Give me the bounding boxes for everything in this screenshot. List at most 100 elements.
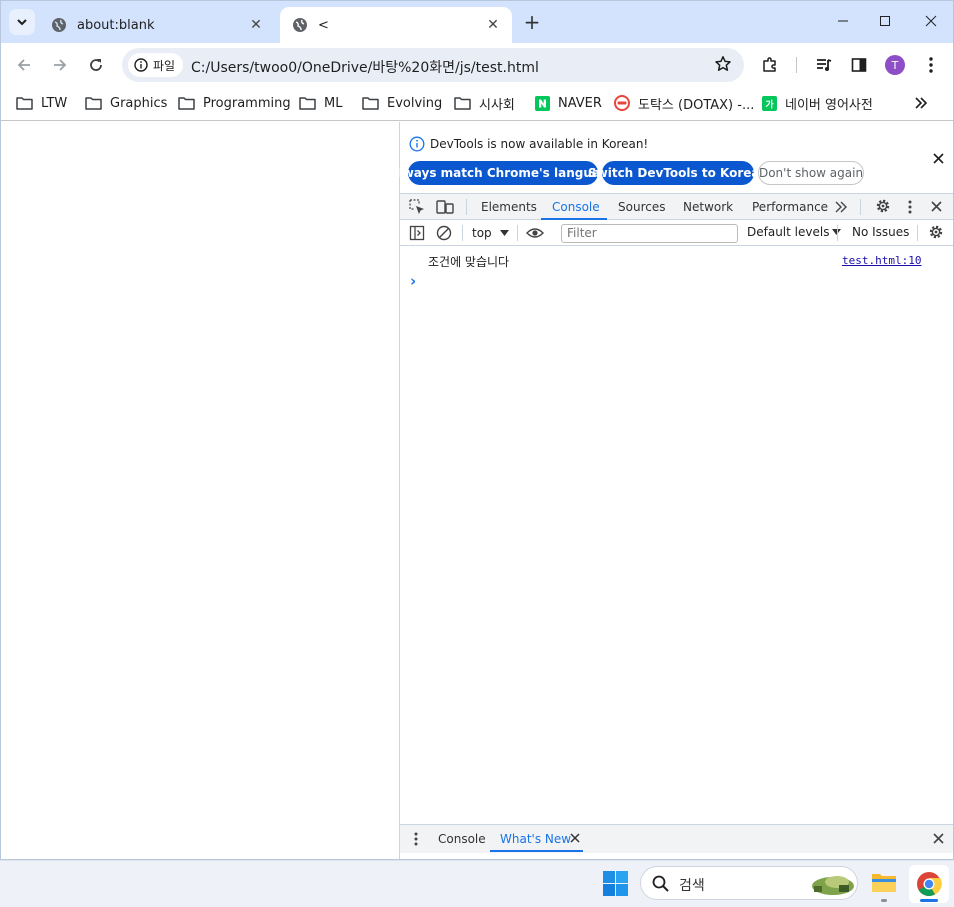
tab-divider bbox=[466, 199, 467, 215]
site-info-chip[interactable]: 파일 bbox=[128, 53, 184, 77]
tab-performance[interactable]: Performance bbox=[752, 200, 828, 214]
console-toolbar: top Filter Default levels No Issues bbox=[400, 220, 953, 246]
bookmark-folder-evolving[interactable]: Evolving bbox=[362, 93, 442, 113]
close-tab-icon[interactable]: ✕ bbox=[247, 16, 265, 34]
taskbar-search-placeholder: 검색 bbox=[679, 878, 705, 894]
devtools-tabbar: Elements Console Sources Network Perform… bbox=[400, 193, 953, 220]
inspect-element-icon[interactable] bbox=[409, 199, 425, 215]
bookmark-folder-programming[interactable]: Programming bbox=[178, 93, 291, 113]
folder-icon bbox=[85, 97, 102, 110]
kebab-menu-icon[interactable] bbox=[907, 199, 913, 215]
side-panel-icon bbox=[851, 58, 867, 72]
chrome-taskbar-icon[interactable] bbox=[909, 865, 949, 903]
folder-icon bbox=[362, 97, 379, 110]
devtools-language-infobar: DevTools is now available in Korean! Alw… bbox=[389, 122, 953, 190]
folder-icon bbox=[872, 874, 896, 892]
dropdown-arrow-icon bbox=[499, 230, 509, 236]
tab-about-blank[interactable]: about:blank ✕ bbox=[39, 7, 275, 43]
close-icon[interactable] bbox=[933, 153, 944, 164]
reload-button[interactable] bbox=[82, 51, 110, 79]
bookmarks-bar: LTW Graphics Programming ML Evolving 시사회… bbox=[1, 85, 953, 121]
arrow-left-icon bbox=[17, 59, 30, 71]
bookmark-label: LTW bbox=[41, 95, 68, 111]
drawer-tab-whats-new[interactable]: What's New bbox=[500, 832, 571, 846]
globe-icon bbox=[52, 18, 66, 32]
back-button[interactable] bbox=[10, 51, 38, 79]
issues-counter[interactable]: No Issues bbox=[852, 225, 909, 239]
tab-active[interactable]: < ✕ bbox=[280, 7, 512, 43]
bookmarks-overflow-button[interactable] bbox=[914, 93, 936, 113]
tab-search-button[interactable] bbox=[9, 9, 35, 35]
close-window-button[interactable] bbox=[916, 9, 946, 33]
active-app-indicator bbox=[920, 899, 938, 902]
active-drawer-tab-indicator bbox=[490, 850, 583, 852]
minimize-button[interactable] bbox=[828, 9, 858, 33]
maximize-button[interactable] bbox=[870, 9, 900, 33]
folder-icon bbox=[299, 97, 316, 110]
eye-icon[interactable] bbox=[526, 226, 544, 240]
tab-sources[interactable]: Sources bbox=[618, 200, 665, 214]
log-levels-dropdown[interactable]: Default levels bbox=[747, 225, 842, 239]
clear-console-icon[interactable] bbox=[436, 225, 452, 241]
console-source-link[interactable]: test.html:10 bbox=[842, 254, 921, 267]
bookmark-naver[interactable]: NAVER bbox=[535, 93, 602, 113]
console-settings-gear-icon[interactable] bbox=[928, 224, 944, 240]
bookmark-star-button[interactable] bbox=[714, 55, 732, 77]
url-text[interactable]: C:/Users/twoo0/OneDrive/바탕%20화면/js/test.… bbox=[191, 57, 539, 77]
kebab-menu-icon bbox=[929, 57, 933, 73]
running-indicator bbox=[881, 899, 887, 902]
bookmark-label: Evolving bbox=[387, 95, 443, 111]
puzzle-icon bbox=[763, 57, 776, 72]
chrome-menu-button[interactable] bbox=[917, 51, 945, 79]
media-queue-icon bbox=[817, 59, 832, 71]
kebab-menu-icon[interactable] bbox=[413, 831, 419, 847]
address-bar[interactable]: 파일 C:/Users/twoo0/OneDrive/바탕%20화면/js/te… bbox=[122, 48, 744, 82]
close-drawer-icon[interactable] bbox=[933, 833, 944, 844]
site-info-label: 파일 bbox=[153, 58, 176, 73]
context-selector[interactable]: top bbox=[472, 225, 512, 241]
bookmark-label: Graphics bbox=[110, 95, 168, 111]
settings-gear-icon[interactable] bbox=[875, 198, 891, 214]
infobar-message: DevTools is now available in Korean! bbox=[430, 137, 649, 151]
bookmark-folder-graphics[interactable]: Graphics bbox=[85, 93, 167, 113]
device-toolbar-icon[interactable] bbox=[436, 199, 454, 215]
bookmark-label: 시사회 bbox=[479, 97, 515, 113]
always-match-language-button[interactable]: Always match Chrome's language bbox=[389, 161, 617, 185]
dont-show-again-button[interactable]: Don't show again bbox=[758, 161, 864, 185]
profile-button[interactable]: T bbox=[881, 51, 909, 79]
tab-network[interactable]: Network bbox=[683, 200, 733, 214]
close-tab-icon[interactable]: ✕ bbox=[484, 16, 502, 34]
taskbar-search[interactable]: 검색 bbox=[640, 866, 858, 900]
switch-to-korean-button[interactable]: Switch DevTools to Korean bbox=[588, 161, 768, 185]
more-tabs-icon[interactable] bbox=[834, 201, 848, 213]
context-label: top bbox=[472, 226, 492, 240]
tab-divider bbox=[860, 199, 861, 215]
new-tab-button[interactable]: + bbox=[521, 12, 543, 34]
side-panel-button[interactable] bbox=[845, 51, 873, 79]
bookmark-dotax[interactable]: 도탁스 (DOTAX) -... bbox=[614, 93, 754, 113]
bookmark-folder-preview[interactable]: 시사회 bbox=[454, 93, 515, 113]
forward-button[interactable] bbox=[46, 51, 74, 79]
reload-icon bbox=[90, 59, 102, 71]
sidebar-toggle-icon[interactable] bbox=[409, 225, 425, 241]
close-devtools-icon[interactable] bbox=[931, 201, 942, 212]
console-prompt[interactable]: › bbox=[410, 272, 416, 290]
close-drawer-tab-icon[interactable] bbox=[570, 833, 580, 843]
tab-console[interactable]: Console bbox=[552, 200, 600, 214]
bookmark-folder-ml[interactable]: ML bbox=[299, 93, 342, 113]
tab-elements[interactable]: Elements bbox=[481, 200, 537, 214]
extensions-button[interactable] bbox=[756, 51, 784, 79]
maximize-icon bbox=[880, 16, 890, 26]
folder-icon bbox=[16, 97, 33, 110]
start-button[interactable] bbox=[603, 871, 628, 900]
bookmark-folder-ltw[interactable]: LTW bbox=[16, 93, 67, 113]
media-controls-button[interactable] bbox=[810, 51, 838, 79]
console-filter-input[interactable]: Filter bbox=[561, 224, 738, 243]
file-explorer-taskbar-icon[interactable] bbox=[871, 871, 897, 902]
bookmark-naver-dictionary[interactable]: 가 네이버 영어사전 bbox=[762, 93, 873, 113]
search-highlight-icon bbox=[812, 876, 854, 895]
close-icon bbox=[925, 15, 937, 27]
drawer-tab-console[interactable]: Console bbox=[438, 832, 486, 846]
page-content[interactable] bbox=[1, 122, 399, 859]
dotax-icon bbox=[614, 95, 630, 111]
